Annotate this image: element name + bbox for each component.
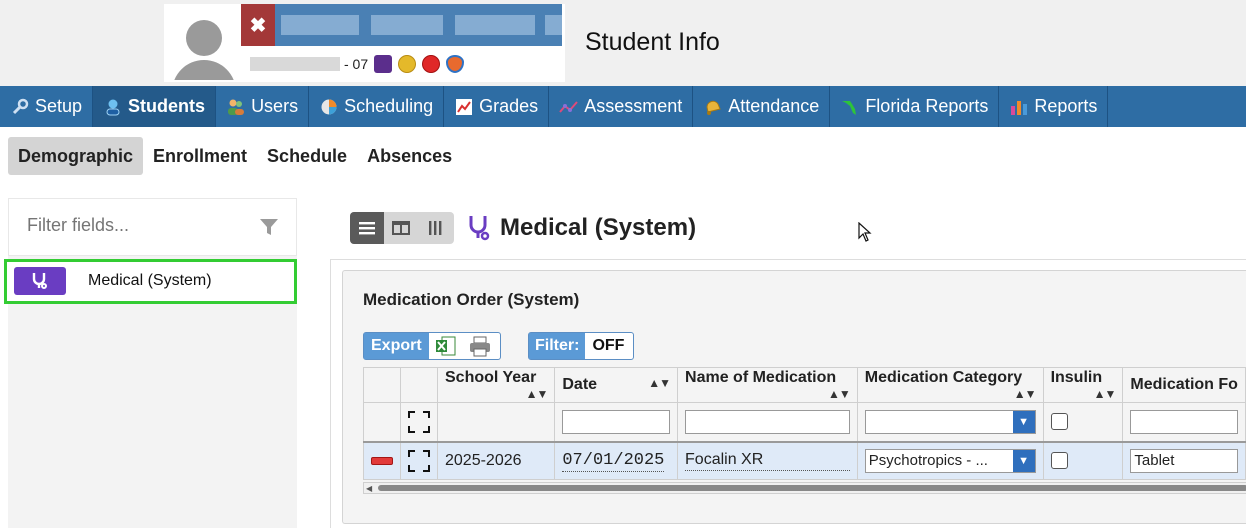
cell-category: Psychotropics - ... (868, 451, 988, 469)
bell-icon (703, 97, 723, 117)
student-id-row: - 07 (250, 54, 465, 74)
filter-fields-row (8, 198, 297, 256)
column-header-medication-form[interactable]: Medication Fo (1122, 367, 1246, 403)
tab-absences[interactable]: Absences (357, 137, 462, 175)
remove-row-icon[interactable] (371, 456, 393, 465)
tab-demographic[interactable]: Demographic (8, 137, 144, 175)
form-filter-input[interactable] (1130, 409, 1238, 434)
insulin-filter-checkbox[interactable] (1050, 413, 1068, 431)
tab-enrollment[interactable]: Enrollment (143, 137, 257, 175)
tab-schedule[interactable]: Schedule (257, 137, 357, 175)
nav-reports[interactable]: Reports (999, 86, 1109, 127)
nav-users[interactable]: Users (216, 86, 310, 127)
table-row[interactable]: 2025-2026 07/01/2025 Focalin XR Psychotr… (363, 440, 1246, 480)
sidebar-item-label: Medical (System) (88, 272, 212, 289)
category-filter-select[interactable]: ▼ (864, 409, 1036, 434)
shield-badge-icon[interactable] (446, 55, 465, 73)
users-icon (226, 97, 246, 117)
list-view-icon[interactable] (350, 212, 384, 244)
close-student-button[interactable]: ✖ (241, 4, 275, 46)
medication-order-card: Medication Order (System) Export Filter:… (342, 270, 1246, 524)
cell-date[interactable]: 07/01/2025 (562, 451, 665, 473)
sidebar-item-medical-system[interactable]: Medical (System) (4, 259, 297, 304)
export-group: Export (363, 332, 501, 360)
expand-icon[interactable] (408, 449, 430, 472)
field-sidebar: Medical (System) (4, 198, 297, 528)
filter-toggle-value: OFF (592, 337, 625, 354)
remove-column-header (363, 367, 401, 403)
avatar (170, 12, 238, 80)
columns-view-icon[interactable] (418, 212, 452, 244)
nav-scheduling[interactable]: Scheduling (309, 86, 445, 127)
funnel-icon[interactable] (259, 217, 279, 237)
date-filter-input[interactable] (562, 409, 671, 434)
stethoscope-icon (466, 214, 492, 242)
scroll-left-icon[interactable]: ◀ (366, 484, 372, 493)
filter-toggle[interactable]: Filter: OFF (528, 332, 634, 360)
column-header-school-year[interactable]: School Year ▲▼ (436, 367, 556, 403)
nav-attendance[interactable]: Attendance (693, 86, 831, 127)
column-header-category[interactable]: Medication Category ▲▼ (856, 367, 1044, 403)
wrench-icon (10, 97, 30, 117)
excel-icon[interactable] (429, 333, 463, 359)
sort-icon[interactable]: ▲▼ (828, 387, 851, 401)
filter-toggle-label: Filter: (529, 333, 586, 359)
table-filter-row: ▼ (363, 402, 1246, 442)
export-button[interactable]: Export (364, 333, 429, 359)
student-card: ✖ - 07 (164, 4, 565, 82)
subtabs: Demographic Enrollment Schedule Absences (8, 137, 462, 175)
main-nav: Setup Students Users Scheduling Grades A… (0, 86, 1246, 127)
gold-badge-icon[interactable] (398, 55, 417, 73)
insulin-checkbox[interactable] (1050, 452, 1068, 470)
scrollbar-thumb[interactable] (378, 485, 1246, 491)
student-id-suffix: - 07 (344, 56, 369, 72)
filter-fields-input[interactable] (27, 215, 247, 236)
sort-icon[interactable]: ▲▼ (1094, 387, 1117, 401)
scheduling-icon (319, 97, 339, 117)
nav-setup[interactable]: Setup (0, 86, 94, 127)
column-header-date[interactable]: Date ▲▼ (554, 367, 679, 403)
column-header-medication[interactable]: Name of Medication ▲▼ (677, 367, 858, 403)
cell-school-year: 2025-2026 (436, 440, 556, 480)
medication-filter-input[interactable] (685, 409, 850, 434)
nav-assessment[interactable]: Assessment (549, 86, 694, 127)
assessment-icon (559, 97, 579, 117)
table-header-row: School Year ▲▼ Date ▲▼ Name of Medication ▲… (363, 367, 1246, 403)
student-id-redacted (250, 57, 340, 71)
stethoscope-icon (14, 267, 66, 295)
view-toggle (350, 212, 454, 244)
mouse-cursor-icon (858, 221, 872, 247)
sort-icon[interactable]: ▲▼ (526, 387, 549, 401)
ese-badge-icon[interactable] (374, 55, 393, 73)
bar-chart-icon (1009, 97, 1029, 117)
chevron-down-icon: ▼ (1012, 449, 1035, 472)
page-title: Student Info (585, 28, 720, 56)
student-icon (103, 97, 123, 117)
section-title: Medical (System) (500, 214, 697, 241)
stop-badge-icon[interactable] (422, 55, 441, 73)
nav-grades[interactable]: Grades (444, 86, 550, 127)
sort-icon[interactable]: ▲▼ (648, 376, 671, 390)
chevron-down-icon: ▼ (1012, 410, 1035, 433)
medication-table: School Year ▲▼ Date ▲▼ Name of Medication ▲… (363, 367, 1246, 480)
nav-florida-reports[interactable]: Florida Reports (830, 86, 1000, 127)
grades-icon (454, 97, 474, 117)
cell-form-select[interactable]: Tablet (1130, 448, 1238, 473)
horizontal-scrollbar[interactable]: ◀ (363, 482, 1246, 494)
split-view-icon[interactable] (384, 212, 418, 244)
student-name-bar (275, 4, 562, 46)
card-title: Medication Order (System) (363, 290, 580, 309)
expand-icon[interactable] (408, 410, 430, 433)
nav-students[interactable]: Students (93, 86, 217, 127)
cell-category-select[interactable]: Psychotropics - ... ▼ (864, 448, 1036, 473)
cell-medication[interactable]: Focalin XR (685, 451, 850, 471)
sort-icon[interactable]: ▲▼ (1014, 387, 1037, 401)
florida-icon (840, 97, 860, 117)
cell-form: Tablet (1134, 451, 1175, 469)
expand-column-header (400, 367, 438, 403)
print-icon[interactable] (463, 333, 497, 359)
column-header-insulin[interactable]: Insulin ▲▼ (1042, 367, 1124, 403)
